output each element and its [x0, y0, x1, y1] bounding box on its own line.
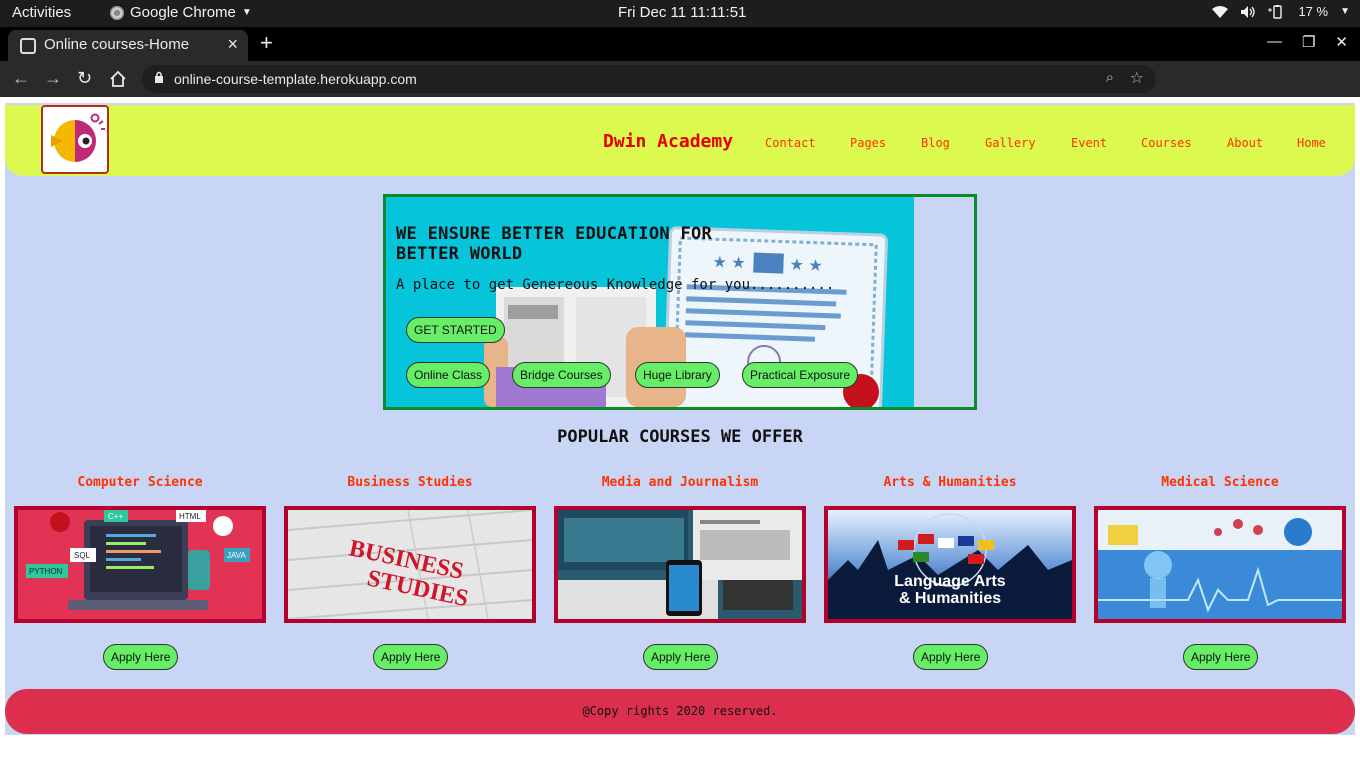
- bridge-courses-button[interactable]: Bridge Courses: [512, 362, 611, 388]
- volume-icon: [1241, 5, 1256, 18]
- svg-text:PYTHON: PYTHON: [29, 567, 63, 576]
- nav-link-pages[interactable]: Pages: [850, 136, 886, 150]
- nav-link-courses[interactable]: Courses: [1141, 136, 1192, 150]
- reload-icon[interactable]: ↻: [77, 68, 92, 89]
- svg-text:SQL: SQL: [74, 551, 91, 560]
- forward-arrow-icon[interactable]: →: [44, 68, 62, 89]
- course-name: Computer Science: [77, 475, 203, 490]
- course-image-arts-humanities[interactable]: Language Arts & Humanities: [824, 506, 1076, 623]
- tab-strip: Online courses-Home × + — ❐ ✕: [0, 27, 1360, 61]
- page-favicon-icon: [20, 38, 36, 54]
- apply-here-button[interactable]: Apply Here: [913, 644, 989, 670]
- tab-title: Online courses-Home: [44, 36, 190, 53]
- zoom-icon[interactable]: ⌕: [1106, 69, 1114, 86]
- nav-link-gallery[interactable]: Gallery: [985, 136, 1036, 150]
- battery-percent: 17 %: [1298, 4, 1329, 19]
- practical-exposure-button[interactable]: Practical Exposure: [742, 362, 859, 388]
- apply-here-button[interactable]: Apply Here: [643, 644, 719, 670]
- app-name: Google Chrome: [130, 4, 236, 21]
- course-image-media-journalism[interactable]: [554, 506, 806, 623]
- course-name: Business Studies: [347, 475, 473, 490]
- hero-headline: WE ENSURE BETTER EDUCATION FOR BETTER WO…: [396, 224, 713, 264]
- nav-link-about[interactable]: About: [1227, 136, 1263, 150]
- nav-link-event[interactable]: Event: [1071, 136, 1107, 150]
- svg-text:C++: C++: [108, 512, 123, 521]
- courses-section-title: POPULAR COURSES WE OFFER: [557, 427, 803, 447]
- site-footer: @Copy rights 2020 reserved.: [5, 689, 1355, 734]
- brand-name[interactable]: Dwin Academy: [603, 131, 733, 152]
- restore-icon[interactable]: ❐: [1302, 33, 1315, 51]
- svg-text:HTML: HTML: [179, 512, 201, 521]
- bookmark-star-icon[interactable]: ☆: [1130, 68, 1144, 88]
- course-image-medical-science[interactable]: [1094, 506, 1346, 623]
- page-content: Dwin Academy Contact Pages Blog Gallery …: [5, 103, 1355, 735]
- lock-icon: [155, 71, 163, 83]
- close-tab-icon[interactable]: ×: [227, 34, 238, 55]
- close-window-icon[interactable]: ✕: [1335, 33, 1348, 51]
- apply-here-button[interactable]: Apply Here: [373, 644, 449, 670]
- nav-link-contact[interactable]: Contact: [765, 136, 816, 150]
- academy-logo-icon: [51, 113, 105, 162]
- address-bar[interactable]: online-course-template.herokuapp.com ⌕ ☆: [142, 65, 1156, 93]
- course-name: Media and Journalism: [601, 475, 759, 490]
- apply-here-button[interactable]: Apply Here: [1183, 644, 1259, 670]
- new-tab-icon[interactable]: +: [260, 30, 273, 56]
- chrome-icon: [110, 5, 124, 20]
- chevron-down-icon: ▼: [241, 7, 252, 18]
- url-text: online-course-template.herokuapp.com: [174, 71, 417, 87]
- minimize-icon[interactable]: —: [1267, 33, 1282, 51]
- svg-text:★ ★: ★ ★: [789, 257, 823, 275]
- site-header: Dwin Academy Contact Pages Blog Gallery …: [5, 105, 1355, 176]
- svg-text:JAVA: JAVA: [227, 551, 246, 560]
- apply-here-button[interactable]: Apply Here: [103, 644, 179, 670]
- site-logo[interactable]: [41, 105, 109, 174]
- course-name: Arts & Humanities: [883, 475, 1017, 490]
- chevron-down-icon: ▼: [1340, 6, 1350, 17]
- course-name: Medical Science: [1161, 475, 1279, 490]
- wifi-icon: [1212, 5, 1229, 18]
- system-top-bar: Activities Google Chrome ▼ Fri Dec 11 11…: [0, 0, 1360, 27]
- home-icon[interactable]: [109, 70, 127, 88]
- back-arrow-icon[interactable]: ←: [12, 68, 30, 89]
- get-started-button[interactable]: GET STARTED: [406, 317, 505, 343]
- svg-text:Language Arts: Language Arts: [894, 573, 1006, 590]
- huge-library-button[interactable]: Huge Library: [635, 362, 720, 388]
- course-image-computer-science[interactable]: C++ HTML SQL JAVA PYTHON: [14, 506, 266, 623]
- hero-banner: ★ ★ ★ ★ WE ENSURE BETTER EDUCATION FOR B…: [383, 194, 977, 410]
- window-controls: — ❐ ✕: [1267, 33, 1348, 51]
- app-menu[interactable]: Google Chrome ▼: [110, 4, 252, 21]
- browser-toolbar: ← → ↻ online-course-template.herokuapp.c…: [0, 61, 1360, 149]
- system-tray[interactable]: 17 % ▼: [1212, 4, 1350, 19]
- browser-tab[interactable]: Online courses-Home ×: [8, 30, 248, 61]
- online-class-button[interactable]: Online Class: [406, 362, 491, 388]
- nav-link-blog[interactable]: Blog: [921, 136, 950, 150]
- nav-link-home[interactable]: Home: [1297, 136, 1326, 150]
- battery-icon: [1268, 4, 1283, 19]
- svg-text:& Humanities: & Humanities: [899, 590, 1001, 607]
- copyright-text: @Copy rights 2020 reserved.: [582, 704, 778, 718]
- course-image-business-studies[interactable]: BUSINESS STUDIES: [284, 506, 536, 623]
- clock[interactable]: Fri Dec 11 11:11:51: [618, 4, 746, 21]
- hero-subtitle: A place to get Genereous Knowledge for y…: [396, 277, 835, 293]
- activities-button[interactable]: Activities: [12, 4, 71, 21]
